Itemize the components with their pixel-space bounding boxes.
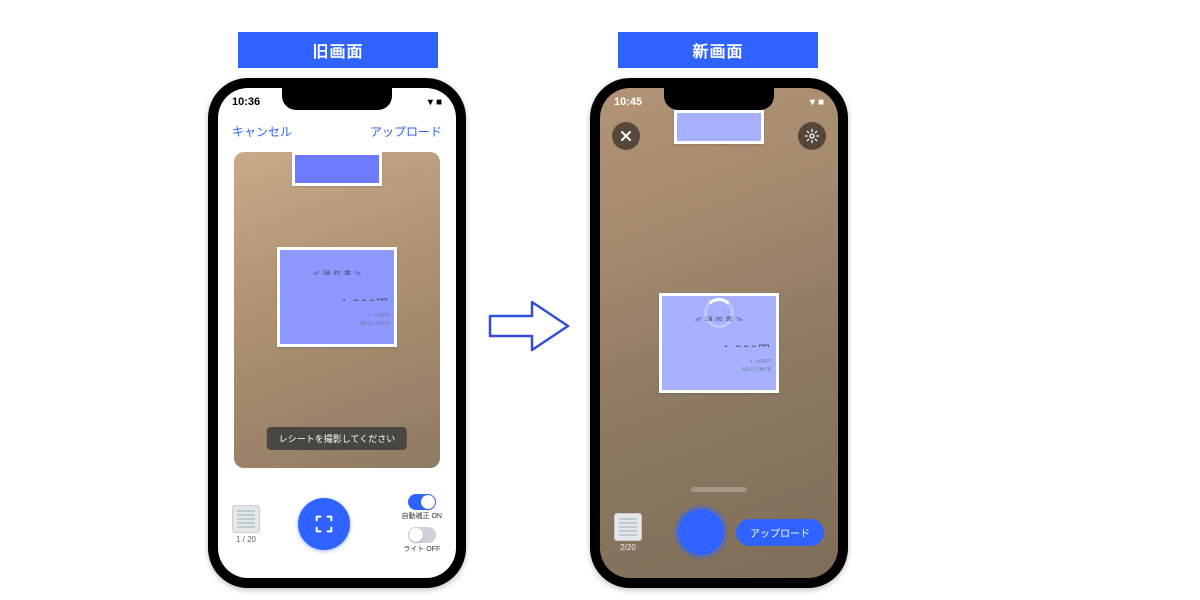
page-counter: 1 / 20 (232, 535, 260, 544)
phone-mockup-new: 10:45 ▾ ■ (590, 78, 848, 588)
drawer-handle[interactable] (691, 487, 747, 492)
light-toggle[interactable] (408, 527, 436, 543)
status-icons: ▾ ■ (428, 97, 442, 108)
thumbnail-preview[interactable] (614, 513, 642, 541)
receipt-partial (292, 152, 382, 186)
transition-arrow-icon (486, 296, 572, 356)
receipt-detected: ≪ 領 収 書 ≫ 1,200円 1,200円 No.070678 (277, 247, 397, 347)
scan-frame-icon (313, 513, 335, 535)
auto-correct-toggle[interactable] (408, 494, 436, 510)
instruction-text: レシートを撮影してください (267, 427, 407, 450)
cancel-button[interactable]: キャンセル (232, 123, 292, 140)
bottom-bar: 1 / 20 自動補正 ON ライト OFF (218, 480, 456, 568)
bottom-bar: 2/20 アップロード (600, 500, 838, 564)
receipt-partial (674, 110, 764, 144)
status-time: 10:36 (232, 96, 260, 108)
shutter-button[interactable] (678, 509, 724, 555)
thumbnail-preview[interactable] (232, 505, 260, 533)
notch (282, 88, 392, 110)
label-old-screen: 旧画面 (238, 32, 438, 68)
loading-spinner-icon (704, 298, 734, 328)
upload-button[interactable]: アップロード (370, 123, 442, 140)
nav-bar: キャンセル アップロード (218, 116, 456, 146)
light-label: ライト OFF (403, 544, 440, 554)
upload-button[interactable]: アップロード (736, 519, 824, 546)
shutter-button[interactable] (298, 498, 350, 550)
camera-viewport: ≪ 領 収 書 ≫ 1,200円 1,200円 No.070678 レシートを撮… (234, 152, 440, 468)
status-time: 10:45 (614, 96, 642, 108)
phone-mockup-old: 10:36 ▾ ■ キャンセル アップロード ≪ 領 収 書 ≫ (208, 78, 466, 588)
auto-correct-label: 自動補正 ON (402, 511, 442, 521)
label-new-screen: 新画面 (618, 32, 818, 68)
status-icons: ▾ ■ (810, 97, 824, 108)
notch (664, 88, 774, 110)
page-counter: 2/20 (614, 543, 642, 552)
